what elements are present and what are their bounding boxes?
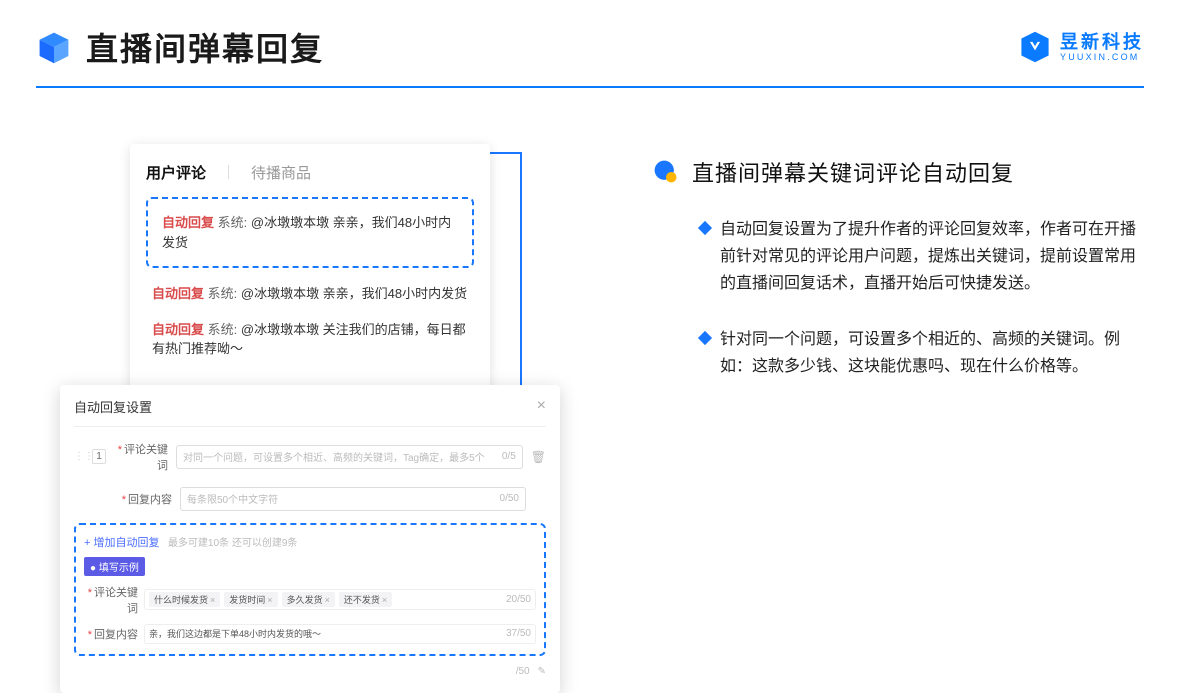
content-label: *回复内容 bbox=[118, 491, 172, 507]
content-placeholder: 每条限50个中文字符 bbox=[187, 491, 278, 506]
chat-bubble-icon bbox=[652, 158, 680, 186]
comment-line: 自动回复 系统: @冰墩墩本墩 亲亲，我们48小时内发货 bbox=[156, 205, 464, 260]
example-keyword-counter: 20/50 bbox=[506, 594, 531, 605]
comment-text: @冰墩墩本墩 亲亲，我们48小时内发货 bbox=[237, 286, 467, 301]
tag-chip[interactable]: 还不发货× bbox=[339, 592, 392, 607]
tag-remove-icon[interactable]: × bbox=[210, 595, 215, 605]
tag-chip[interactable]: 多久发货× bbox=[282, 592, 335, 607]
row-number: 1 bbox=[92, 449, 106, 464]
modal-bottom-row: /50 ✎ bbox=[74, 666, 546, 677]
tab-divider bbox=[228, 165, 229, 179]
example-keyword-label: *评论关键词 bbox=[84, 584, 138, 616]
drag-handle-icon[interactable]: ⋮⋮ bbox=[74, 451, 84, 462]
bullet-text: 自动回复设置为了提升作者的评论回复效率，作者可在开播前针对常见的评论用户问题，提… bbox=[720, 216, 1140, 298]
example-content-counter: 37/50 bbox=[506, 628, 531, 639]
brand-name-cn: 昱新科技 bbox=[1060, 33, 1144, 51]
add-hint: 最多可建10条 还可以创建9条 bbox=[168, 538, 297, 549]
form-row-keyword: ⋮⋮ 1 *评论关键词 对同一个问题，可设置多个相近、高频的关键词，Tag确定，… bbox=[74, 441, 546, 473]
brand-text: 昱新科技 YUUXIN.COM bbox=[1060, 33, 1144, 62]
title-wrap: 直播间弹幕回复 bbox=[36, 24, 324, 70]
content-input[interactable]: 每条限50个中文字符 0/50 bbox=[180, 487, 526, 511]
tag-remove-icon[interactable]: × bbox=[382, 595, 387, 605]
highlighted-comment-box: 自动回复 系统: @冰墩墩本墩 亲亲，我们48小时内发货 bbox=[146, 197, 474, 268]
example-content-input[interactable]: 亲，我们这边都是下单48小时内发货的哦～ 37/50 bbox=[144, 624, 536, 644]
keyword-placeholder: 对同一个问题，可设置多个相近、高频的关键词，Tag确定，最多5个 bbox=[183, 449, 485, 464]
system-label: 系统: bbox=[208, 286, 238, 301]
cube-icon bbox=[36, 29, 72, 65]
close-icon[interactable]: × bbox=[537, 397, 546, 415]
example-content-label: *回复内容 bbox=[84, 626, 138, 642]
tag-remove-icon[interactable]: × bbox=[267, 595, 272, 605]
bullet-text: 针对同一个问题，可设置多个相近的、高频的关键词。例如：这款多少钱、这块能优惠吗、… bbox=[720, 326, 1140, 380]
edit-icon[interactable]: ✎ bbox=[538, 666, 546, 677]
brand-logo: 昱新科技 YUUXIN.COM bbox=[1018, 30, 1144, 64]
example-content-row: *回复内容 亲，我们这边都是下单48小时内发货的哦～ 37/50 bbox=[84, 624, 536, 644]
tag-chip[interactable]: 什么时候发货× bbox=[149, 592, 220, 607]
system-label: 系统: bbox=[218, 215, 248, 230]
diamond-icon bbox=[698, 221, 712, 235]
auto-reply-label: 自动回复 bbox=[152, 322, 204, 337]
right-title: 直播间弹幕关键词评论自动回复 bbox=[692, 156, 1014, 188]
brand-icon bbox=[1018, 30, 1052, 64]
main: 用户评论 待播商品 自动回复 系统: @冰墩墩本墩 亲亲，我们48小时内发货 自… bbox=[0, 88, 1180, 693]
example-keyword-tags[interactable]: 什么时候发货× 发货时间× 多久发货× 还不发货× 20/50 bbox=[144, 589, 536, 610]
keyword-counter: 0/5 bbox=[502, 451, 516, 462]
tag-remove-icon[interactable]: × bbox=[325, 595, 330, 605]
modal-header: 自动回复设置 × bbox=[74, 397, 546, 427]
comment-tabs: 用户评论 待播商品 bbox=[146, 162, 474, 183]
add-row: + 增加自动回复 最多可建10条 还可以创建9条 bbox=[84, 533, 536, 551]
comment-line: 自动回复 系统: @冰墩墩本墩 亲亲，我们48小时内发货 bbox=[146, 276, 474, 312]
example-keyword-row: *评论关键词 什么时候发货× 发货时间× 多久发货× 还不发货× 20/50 bbox=[84, 584, 536, 616]
keyword-input[interactable]: 对同一个问题，可设置多个相近、高频的关键词，Tag确定，最多5个 0/5 bbox=[176, 445, 523, 469]
brand-name-en: YUUXIN.COM bbox=[1060, 53, 1144, 62]
tab-pending-products[interactable]: 待播商品 bbox=[251, 162, 311, 183]
page-header: 直播间弹幕回复 昱新科技 YUUXIN.COM bbox=[0, 0, 1180, 82]
add-auto-reply-link[interactable]: + 增加自动回复 bbox=[84, 537, 159, 549]
auto-reply-label: 自动回复 bbox=[162, 215, 214, 230]
keyword-label: *评论关键词 bbox=[114, 441, 168, 473]
system-label: 系统: bbox=[208, 322, 238, 337]
bottom-counter: /50 bbox=[516, 666, 530, 677]
tag-chip[interactable]: 发货时间× bbox=[224, 592, 277, 607]
bullet-item: 自动回复设置为了提升作者的评论回复效率，作者可在开播前针对常见的评论用户问题，提… bbox=[700, 216, 1144, 298]
tab-user-comments[interactable]: 用户评论 bbox=[146, 162, 206, 183]
form-row-content: *回复内容 每条限50个中文字符 0/50 bbox=[74, 487, 546, 511]
comment-line: 自动回复 系统: @冰墩墩本墩 关注我们的店铺，每日都有热门推荐呦～ bbox=[146, 312, 474, 367]
example-highlight-box: + 增加自动回复 最多可建10条 还可以创建9条 ● 填写示例 *评论关键词 什… bbox=[74, 523, 546, 656]
delete-icon[interactable]: 🗑 bbox=[531, 450, 546, 464]
page-title: 直播间弹幕回复 bbox=[86, 24, 324, 70]
bullet-item: 针对同一个问题，可设置多个相近的、高频的关键词。例如：这款多少钱、这块能优惠吗、… bbox=[700, 326, 1144, 380]
left-column: 用户评论 待播商品 自动回复 系统: @冰墩墩本墩 亲亲，我们48小时内发货 自… bbox=[60, 144, 560, 693]
modal-title: 自动回复设置 bbox=[74, 397, 152, 416]
auto-reply-settings-modal: 自动回复设置 × ⋮⋮ 1 *评论关键词 对同一个问题，可设置多个相近、高频的关… bbox=[60, 385, 560, 693]
example-content-text: 亲，我们这边都是下单48小时内发货的哦～ bbox=[149, 627, 321, 640]
content-counter: 0/50 bbox=[500, 493, 519, 504]
right-column: 直播间弹幕关键词评论自动回复 自动回复设置为了提升作者的评论回复效率，作者可在开… bbox=[610, 144, 1144, 693]
example-badge: ● 填写示例 bbox=[84, 557, 145, 576]
auto-reply-label: 自动回复 bbox=[152, 286, 204, 301]
right-heading: 直播间弹幕关键词评论自动回复 bbox=[652, 156, 1144, 188]
diamond-icon bbox=[698, 330, 712, 344]
